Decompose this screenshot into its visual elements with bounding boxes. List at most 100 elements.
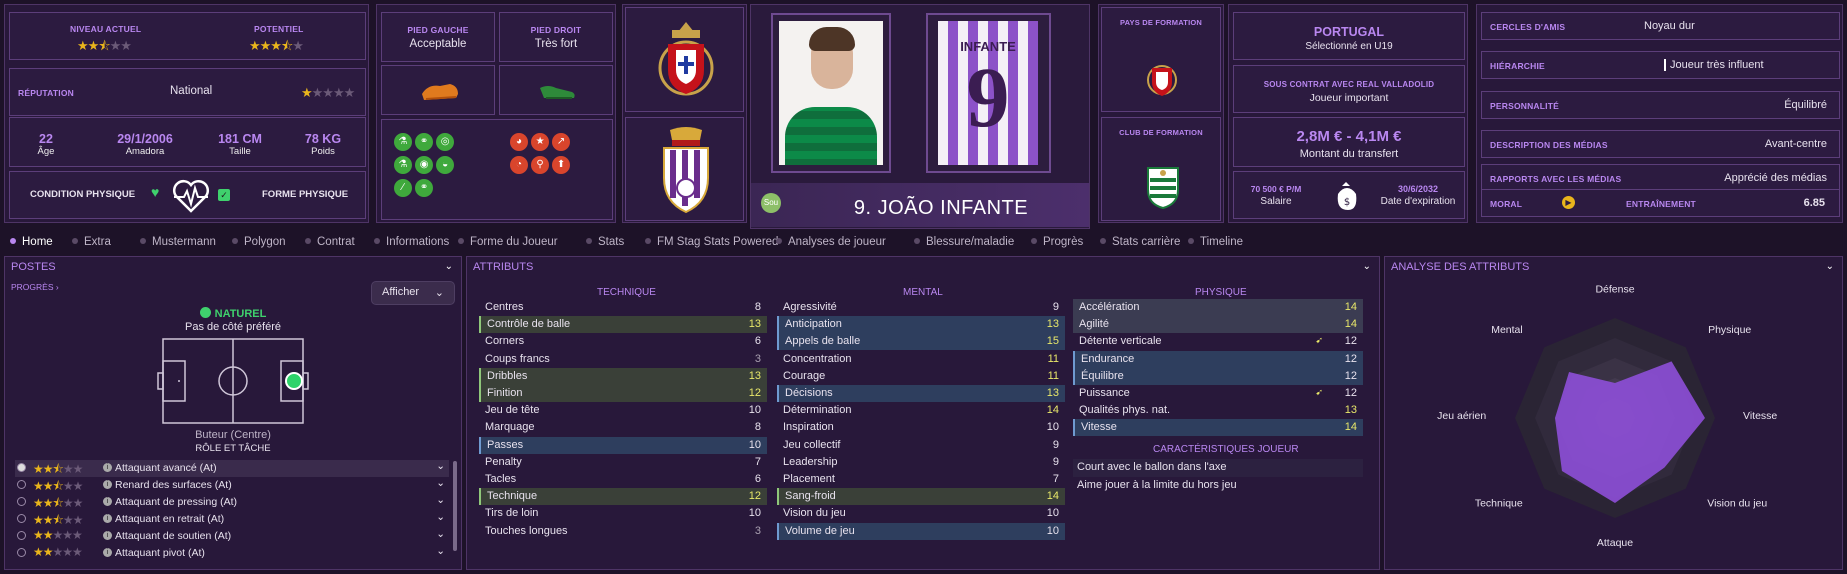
info-icon[interactable]: i — [103, 514, 112, 523]
tab-fm-stag-stats-powered[interactable]: FM Stag Stats Powered — [645, 236, 778, 248]
role-row[interactable]: ★★⯪★★ i Renard des surfaces (At) ⌄ — [15, 477, 449, 494]
trait-icon[interactable]: ⚭ — [415, 133, 434, 151]
trend-icon[interactable]: ↗ — [552, 133, 571, 151]
attribute-value: 12 — [1344, 387, 1357, 399]
attribute-row[interactable]: Penalty 7 — [479, 454, 767, 471]
attribute-row[interactable]: Touches longues 3 — [479, 523, 767, 540]
rating-panel: NIVEAU ACTUEL ★★⯪★★ POTENTIEL ★★★⯪★ RÉPU… — [4, 4, 369, 223]
info-icon[interactable]: i — [103, 548, 112, 557]
pays-formation-box: PAYS DE FORMATION — [1101, 7, 1221, 112]
tab-stats-carri-re[interactable]: Stats carrière — [1100, 236, 1180, 248]
tab-extra[interactable]: Extra — [72, 236, 111, 248]
attribute-row[interactable]: Détermination 14 — [777, 402, 1065, 419]
tab-analyses-de-joueur[interactable]: Analyses de joueur — [776, 236, 886, 248]
tab-home[interactable]: Home — [10, 236, 53, 248]
tab-stats[interactable]: Stats — [586, 236, 624, 248]
attribute-row[interactable]: Équilibre 12 — [1073, 367, 1363, 385]
attribute-row[interactable]: Placement 7 — [777, 471, 1065, 488]
attribute-row[interactable]: Vitesse 14 — [1073, 419, 1363, 437]
tab-blessure-maladie[interactable]: Blessure/maladie — [914, 236, 1014, 248]
trait-icon[interactable]: ⚭ — [415, 179, 434, 197]
trait-icon[interactable]: ∕ — [394, 179, 412, 197]
attribute-row[interactable]: Accélération 14 — [1073, 299, 1363, 316]
chevron-down-icon[interactable]: ⌄ — [436, 511, 445, 523]
attribute-row[interactable]: Technique 12 — [479, 488, 767, 506]
radio-icon[interactable] — [17, 548, 26, 557]
attribute-row[interactable]: Courage 11 — [777, 368, 1065, 385]
trait-icon[interactable]: ◕ — [510, 133, 528, 151]
chevron-down-icon[interactable]: ⌄ — [436, 477, 445, 489]
chevron-down-icon[interactable]: ⌄ — [436, 494, 445, 506]
star-icon[interactable]: ★ — [531, 133, 550, 151]
attribute-row[interactable]: Détente verticale 12 ➹ — [1073, 333, 1363, 350]
attribute-row[interactable]: Anticipation 13 — [777, 316, 1065, 334]
small-club-badge[interactable]: Sou — [761, 193, 781, 213]
attribute-row[interactable]: Décisions 13 — [777, 385, 1065, 402]
attribute-row[interactable]: Tirs de loin 10 — [479, 505, 767, 522]
attribute-row[interactable]: Volume de jeu 10 — [777, 522, 1065, 540]
trait-icon[interactable]: ◉ — [415, 156, 434, 174]
trait-icon[interactable]: ⚗ — [394, 156, 412, 174]
info-icon[interactable]: i — [103, 531, 112, 540]
attribute-row[interactable]: Agilité 14 — [1073, 316, 1363, 334]
postes-chevron-icon[interactable]: ⌄ — [445, 261, 453, 272]
info-icon[interactable]: i — [103, 480, 112, 489]
role-row[interactable]: ★★★★★ i Attaquant pivot (At) ⌄ — [15, 545, 449, 562]
attribute-row[interactable]: Centres 8 — [479, 299, 767, 316]
role-row[interactable]: ★★⯪★★ i Attaquant avancé (At) ⌄ — [15, 460, 449, 477]
scrollbar[interactable] — [453, 461, 457, 551]
attributs-chevron-icon[interactable]: ⌄ — [1363, 261, 1371, 272]
trait-icon[interactable]: ◒ — [436, 156, 455, 174]
attribute-row[interactable]: Qualités phys. nat. 13 — [1073, 402, 1363, 419]
attribute-row[interactable]: Appels de balle 15 — [777, 333, 1065, 351]
chevron-down-icon[interactable]: ⌄ — [436, 545, 445, 557]
attribute-row[interactable]: Jeu collectif 9 — [777, 437, 1065, 454]
attribute-row[interactable]: Puissance 12 ➹ — [1073, 385, 1363, 402]
trait-icon[interactable]: ◔ — [510, 156, 528, 174]
info-icon[interactable]: i — [103, 463, 112, 472]
tab-progr-s[interactable]: Progrès — [1031, 236, 1083, 248]
attribute-row[interactable]: Dribbles 13 — [479, 367, 767, 385]
tab-mustermann[interactable]: Mustermann — [140, 236, 216, 248]
radio-icon[interactable] — [17, 497, 26, 506]
attribute-row[interactable]: Marquage 8 — [479, 419, 767, 436]
attribute-row[interactable]: Leadership 9 — [777, 454, 1065, 471]
role-row[interactable]: ★★⯪★★ i Attaquant de pressing (At) ⌄ — [15, 494, 449, 511]
attribute-row[interactable]: Corners 6 — [479, 333, 767, 350]
tab-contrat[interactable]: Contrat — [305, 236, 355, 248]
info-icon[interactable]: i — [103, 497, 112, 506]
attribute-row[interactable]: Tacles 6 — [479, 471, 767, 488]
attribute-row[interactable]: Coups francs 3 — [479, 351, 767, 368]
analyse-chevron-icon[interactable]: ⌄ — [1826, 261, 1834, 272]
trait-icon[interactable]: ⚗ — [394, 133, 412, 151]
chevron-down-icon[interactable]: ⌄ — [436, 528, 445, 540]
trait-icon[interactable]: ⚲ — [531, 156, 550, 174]
radio-icon[interactable] — [17, 463, 26, 472]
radio-icon[interactable] — [17, 514, 26, 523]
tab-informations[interactable]: Informations — [374, 236, 449, 248]
attribute-row[interactable]: Sang-froid 14 — [777, 488, 1065, 506]
progres-link[interactable]: PROGRÈS › — [11, 282, 59, 292]
chevron-down-icon[interactable]: ⌄ — [436, 460, 445, 472]
trait-icon[interactable]: ⬆ — [552, 156, 571, 174]
attribute-row[interactable]: Jeu de tête 10 — [479, 402, 767, 419]
attribute-row[interactable]: Passes 10 — [479, 436, 767, 454]
role-row[interactable]: ★★★★★ i Attaquant de soutien (At) ⌄ — [15, 528, 449, 545]
attribute-row[interactable]: Agressivité 9 — [777, 299, 1065, 316]
afficher-button[interactable]: Afficher ⌄ — [371, 281, 455, 305]
radio-icon[interactable] — [17, 531, 26, 540]
radio-icon[interactable] — [17, 480, 26, 489]
tab-polygon[interactable]: Polygon — [232, 236, 286, 248]
tab-timeline[interactable]: Timeline — [1188, 236, 1243, 248]
tab-forme-du-joueur[interactable]: Forme du Joueur — [458, 236, 558, 248]
attribute-row[interactable]: Vision du jeu 10 — [777, 505, 1065, 522]
attribute-row[interactable]: Finition 12 — [479, 385, 767, 402]
role-row[interactable]: ★★⯪★★ i Attaquant en retrait (At) ⌄ — [15, 511, 449, 528]
info-row: HIÉRARCHIE Joueur très influent — [1481, 51, 1840, 79]
player-photo-frame — [771, 13, 891, 173]
attribute-row[interactable]: Endurance 12 — [1073, 350, 1363, 368]
attribute-row[interactable]: Inspiration 10 — [777, 419, 1065, 436]
attribute-row[interactable]: Contrôle de balle 13 — [479, 316, 767, 334]
target-icon[interactable]: ◎ — [436, 133, 455, 151]
attribute-row[interactable]: Concentration 11 — [777, 351, 1065, 368]
